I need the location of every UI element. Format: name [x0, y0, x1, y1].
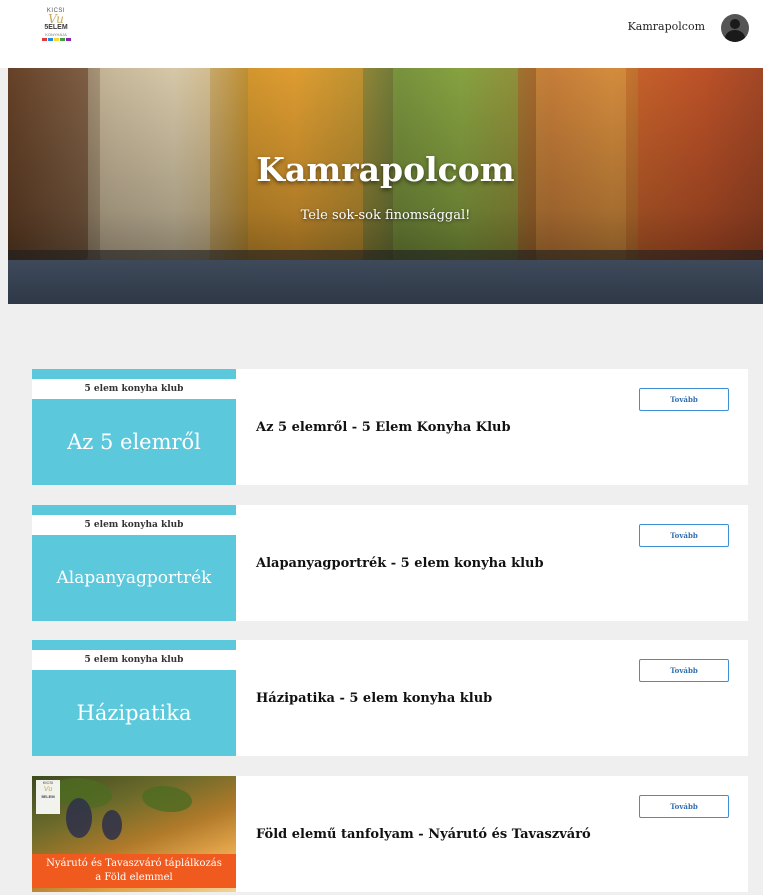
- more-button[interactable]: Tovább: [639, 795, 729, 818]
- logo-text-konyhaja: KONYHÁJA: [45, 32, 67, 37]
- thumbnail-title: Az 5 elemről: [67, 430, 201, 454]
- thumbnail-club-label: 5 elem konyha klub: [32, 515, 236, 535]
- logo-text-5elem: 5ELEM: [44, 24, 68, 31]
- shelf: [8, 260, 763, 304]
- course-title[interactable]: Föld elemű tanfolyam - Nyárutó és Tavasz…: [256, 776, 591, 892]
- course-card: KICSI Vu 5ELEM Nyárutó és Tavaszváró táp…: [32, 776, 748, 892]
- vine-leaf-shape: [142, 786, 192, 812]
- thumbnail-title: Házipatika: [76, 701, 192, 725]
- top-navigation-bar: KICSI Vu 5ELEM KONYHÁJA Kamrapolcom: [0, 0, 763, 68]
- course-card: 5 elem konyha klub Házipatika Házipatika…: [32, 640, 748, 756]
- course-title[interactable]: Házipatika - 5 elem konyha klub: [256, 640, 492, 756]
- course-thumbnail[interactable]: 5 elem konyha klub Alapanyagportrék: [32, 505, 236, 621]
- logo-bar: [41, 38, 47, 41]
- more-button[interactable]: Tovább: [639, 388, 729, 411]
- hero-subtitle: Tele sok-sok finomsággal!: [300, 208, 471, 223]
- site-logo[interactable]: KICSI Vu 5ELEM KONYHÁJA: [36, 8, 76, 50]
- more-button[interactable]: Tovább: [639, 659, 729, 682]
- course-thumbnail[interactable]: 5 elem konyha klub Házipatika: [32, 640, 236, 756]
- thumbnail-caption-line1: Nyárutó és Tavaszváró táplálkozás: [46, 858, 222, 869]
- mini-logo-text: 5ELEM: [41, 794, 55, 799]
- mini-logo-text: Vu: [43, 786, 53, 793]
- grape-cluster-shape: [102, 810, 122, 840]
- course-thumbnail[interactable]: 5 elem konyha klub Az 5 elemről: [32, 369, 236, 485]
- thumbnail-logo: KICSI Vu 5ELEM: [36, 780, 60, 814]
- hero-title: Kamrapolcom: [256, 150, 515, 189]
- thumbnail-club-label: 5 elem konyha klub: [32, 379, 236, 399]
- thumbnail-caption-line2: a Föld elemmel: [95, 872, 173, 883]
- course-card: 5 elem konyha klub Az 5 elemről Az 5 ele…: [32, 369, 748, 485]
- logo-bar: [65, 38, 71, 41]
- logo-bar: [47, 38, 53, 41]
- grape-cluster-shape: [66, 798, 92, 838]
- shelf-edge: [8, 250, 763, 260]
- user-avatar-icon[interactable]: [721, 14, 749, 42]
- course-thumbnail[interactable]: KICSI Vu 5ELEM Nyárutó és Tavaszváró táp…: [32, 776, 236, 892]
- course-title[interactable]: Alapanyagportrék - 5 elem konyha klub: [256, 505, 544, 621]
- thumbnail-club-label: 5 elem konyha klub: [32, 650, 236, 670]
- avatar-body-shape: [725, 30, 745, 42]
- account-name-link[interactable]: Kamrapolcom: [628, 20, 705, 33]
- course-title[interactable]: Az 5 elemről - 5 Elem Konyha Klub: [256, 369, 511, 485]
- thumbnail-caption: Nyárutó és Tavaszváró táplálkozás a Föld…: [32, 854, 236, 888]
- logo-bar: [53, 38, 59, 41]
- more-button[interactable]: Tovább: [639, 524, 729, 547]
- avatar-head-shape: [730, 19, 740, 29]
- logo-bar: [59, 38, 65, 41]
- logo-text-script: Vu: [48, 12, 64, 26]
- logo-color-bars: [36, 38, 76, 41]
- thumbnail-title: Alapanyagportrék: [56, 568, 212, 588]
- hero-banner: Kamrapolcom Tele sok-sok finomsággal!: [8, 68, 763, 304]
- course-card: 5 elem konyha klub Alapanyagportrék Alap…: [32, 505, 748, 621]
